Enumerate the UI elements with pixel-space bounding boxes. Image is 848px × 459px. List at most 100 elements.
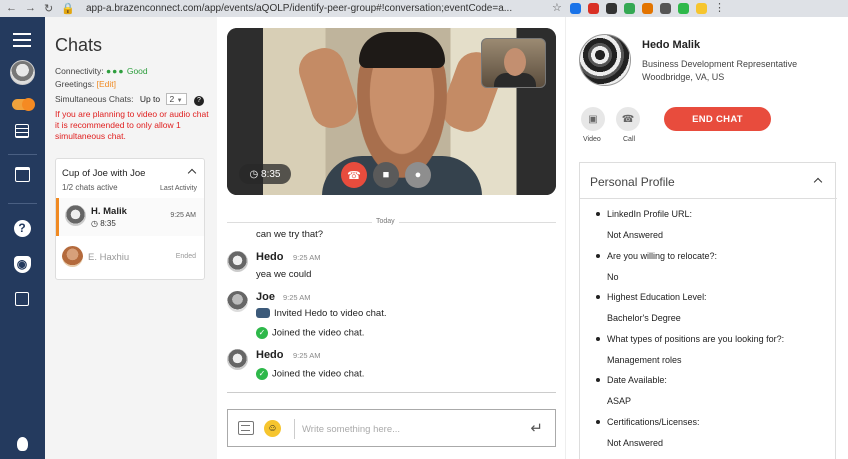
greetings-label: Greetings: xyxy=(55,79,95,89)
avatar xyxy=(227,349,248,370)
shield-icon[interactable]: ◉ xyxy=(11,253,33,275)
profile-question: LinkedIn Profile URL: xyxy=(596,209,831,230)
profile-panel: Hedo Malik Business Development Represen… xyxy=(565,17,848,459)
chat-timer-value: 8:35 xyxy=(100,219,116,228)
chevron-down-icon: ▼ xyxy=(176,98,183,104)
simultaneous-select[interactable]: 2 ▼ xyxy=(165,93,187,105)
list-icon[interactable] xyxy=(11,120,33,142)
extension-icon[interactable] xyxy=(570,3,581,14)
extension-icon[interactable] xyxy=(624,3,635,14)
send-icon[interactable]: ↵ xyxy=(530,419,543,437)
end-chat-button[interactable]: END CHAT xyxy=(664,107,771,131)
avatar xyxy=(62,246,83,267)
extension-icon[interactable] xyxy=(642,3,653,14)
star-icon[interactable]: ☆ xyxy=(552,3,563,14)
chat-name: H. Malik xyxy=(91,206,127,217)
help-icon[interactable]: ? xyxy=(193,96,204,106)
lock-icon: 🔒 xyxy=(61,3,75,15)
message-time: 9:25 AM xyxy=(293,351,321,360)
message-input[interactable] xyxy=(302,419,502,439)
extension-icon[interactable] xyxy=(660,3,671,14)
group-name: Cup of Joe with Joe xyxy=(62,168,146,179)
profile-avatar xyxy=(579,34,631,86)
clock-icon: ◷ xyxy=(91,219,98,228)
simultaneous-value: 2 xyxy=(169,94,175,104)
availability-toggle[interactable] xyxy=(12,98,35,111)
calendar-icon[interactable] xyxy=(11,163,33,185)
microphone-icon: ● xyxy=(414,169,422,181)
message-system: ✓ Joined the video chat. xyxy=(256,327,364,339)
extension-icon[interactable] xyxy=(606,3,617,14)
chat-item-h-malik[interactable]: H. Malik ◷ 8:35 9:25 AM xyxy=(56,198,204,236)
video-button[interactable]: ▣ xyxy=(581,107,605,131)
day-label: Today xyxy=(372,218,399,225)
extension-icon[interactable] xyxy=(696,3,707,14)
signal-dots-icon: ●●● xyxy=(106,66,125,76)
message-system-text: Invited Hedo to video chat. xyxy=(274,308,387,319)
chat-video-icon: ▣ xyxy=(588,113,598,125)
profile-question: Highest Education Level: xyxy=(596,292,831,313)
extensions-tray: ☆ ⋮ xyxy=(552,3,725,14)
chevron-up-icon[interactable] xyxy=(187,168,197,178)
help-icon[interactable]: ? xyxy=(11,217,33,239)
sort-label[interactable]: Last Activity xyxy=(160,185,197,192)
emoji-icon[interactable]: ☺ xyxy=(264,420,281,437)
message-time: 9:25 AM xyxy=(283,293,311,302)
check-circle-icon: ✓ xyxy=(256,368,268,380)
video-warning: If you are planning to video or audio ch… xyxy=(55,109,209,141)
hamburger-icon[interactable] xyxy=(11,29,33,51)
self-view-pip[interactable] xyxy=(481,38,546,88)
reload-icon[interactable]: ↻ xyxy=(44,2,53,15)
brand-logo-icon xyxy=(11,433,33,455)
hangup-button[interactable]: ☎ xyxy=(341,162,367,188)
user-avatar[interactable] xyxy=(10,60,35,85)
avatar xyxy=(227,291,248,312)
profile-question: Date Available: xyxy=(596,375,831,396)
conversation-panel: ◷ 8:35 ☎ ■ ● Today can we try that? Hedo… xyxy=(217,17,565,459)
video-chat-icon xyxy=(256,308,270,319)
chat-item-e-haxhiu[interactable]: E. Haxhiu Ended xyxy=(56,239,204,277)
forward-icon[interactable]: → xyxy=(25,2,36,15)
menu-icon[interactable]: ⋮ xyxy=(714,3,725,14)
connectivity-row: Connectivity: ●●● Good xyxy=(55,66,148,76)
profile-question: Certifications/Licenses: xyxy=(596,417,831,438)
video-timer-value: 8:35 xyxy=(261,168,281,180)
composer-separator xyxy=(294,419,295,439)
browser-nav: ← → ↻ 🔒 xyxy=(0,2,86,15)
clock-icon: ◷ xyxy=(249,168,262,180)
video-label: Video xyxy=(583,136,601,143)
personal-profile-card: Personal Profile LinkedIn Profile URL: N… xyxy=(579,162,837,459)
extension-icon[interactable] xyxy=(588,3,599,14)
message-author: Hedo xyxy=(256,251,284,263)
profile-question: What types of positions are you looking … xyxy=(596,334,831,355)
camera-toggle-button[interactable]: ■ xyxy=(373,162,399,188)
profile-answer: No xyxy=(607,271,619,282)
call-button[interactable]: ☎ xyxy=(616,107,640,131)
chat-time: 9:25 AM xyxy=(170,212,196,219)
phone-hangup-icon: ☎ xyxy=(347,169,361,182)
back-icon[interactable]: ← xyxy=(6,2,17,15)
chevron-up-icon[interactable] xyxy=(813,177,823,187)
video-camera-icon: ■ xyxy=(382,169,390,181)
self-view-face xyxy=(504,48,526,76)
profile-question: Are you willing to relocate?: xyxy=(596,251,831,272)
greetings-edit-link[interactable]: [Edit] xyxy=(97,79,116,89)
profile-answer: ASAP xyxy=(607,396,632,406)
mic-toggle-button[interactable]: ● xyxy=(405,162,431,188)
message-system: Invited Hedo to video chat. xyxy=(256,308,387,319)
logout-icon[interactable] xyxy=(11,288,33,310)
notes-icon[interactable] xyxy=(238,421,254,435)
chat-name: E. Haxhiu xyxy=(88,252,130,263)
message-system-text: Joined the video chat. xyxy=(272,368,365,380)
avatar xyxy=(65,205,86,226)
profile-answer: Not Answered xyxy=(607,437,664,448)
extension-icon[interactable] xyxy=(678,3,689,14)
address-bar[interactable]: app-a.brazenconnect.com/app/events/aQOLP… xyxy=(86,3,538,14)
video-stream[interactable]: ◷ 8:35 ☎ ■ ● xyxy=(227,28,556,195)
page-title: Chats xyxy=(55,35,103,55)
composer-divider xyxy=(227,392,556,393)
message-composer: ☺ ↵ xyxy=(227,409,556,447)
nav-divider xyxy=(8,154,37,155)
message-time: 9:25 AM xyxy=(293,253,321,262)
call-label: Call xyxy=(623,136,636,143)
